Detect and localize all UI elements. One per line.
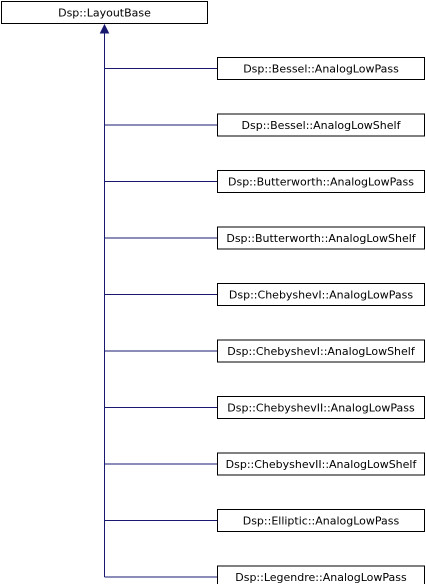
derived-class-nodes: Dsp::Bessel::AnalogLowPassDsp::Bessel::A… [217,57,425,584]
derived-class-node[interactable]: Dsp::Bessel::AnalogLowShelf [217,113,425,137]
derived-class-node[interactable]: Dsp::ChebyshevII::AnalogLowPass [217,396,425,419]
inheritance-edges [104,33,218,578]
derived-class-label: Dsp::Legendre::AnalogLowPass [235,571,407,584]
derived-class-label: Dsp::Bessel::AnalogLowShelf [242,119,402,132]
derived-class-label: Dsp::Bessel::AnalogLowPass [243,63,399,76]
derived-class-label: Dsp::Butterworth::AnalogLowShelf [226,232,416,245]
derived-class-node[interactable]: Dsp::Butterworth::AnalogLowShelf [217,226,425,250]
derived-class-node[interactable]: Dsp::Elliptic::AnalogLowPass [217,509,425,532]
derived-class-label: Dsp::Butterworth::AnalogLowPass [228,176,414,189]
derived-class-node[interactable]: Dsp::Butterworth::AnalogLowPass [217,170,425,193]
derived-class-label: Dsp::ChebyshevI::AnalogLowShelf [227,345,416,358]
derived-class-label: Dsp::Elliptic::AnalogLowPass [243,515,400,528]
derived-class-node[interactable]: Dsp::ChebyshevII::AnalogLowShelf [217,452,425,476]
base-class-node[interactable]: Dsp::LayoutBase [1,1,208,24]
inheritance-diagram: Dsp::LayoutBase Dsp::Bessel::AnalogLowPa… [1,1,425,584]
base-class-label: Dsp::LayoutBase [58,7,151,20]
derived-class-label: Dsp::ChebyshevII::AnalogLowShelf [226,458,418,471]
derived-class-node[interactable]: Dsp::ChebyshevI::AnalogLowShelf [217,339,425,363]
derived-class-node[interactable]: Dsp::Legendre::AnalogLowPass [217,565,425,584]
derived-class-label: Dsp::ChebyshevII::AnalogLowPass [227,402,415,415]
derived-class-label: Dsp::ChebyshevI::AnalogLowPass [229,289,413,302]
derived-class-node[interactable]: Dsp::ChebyshevI::AnalogLowPass [217,283,425,306]
inheritance-arrowhead [99,23,110,34]
derived-class-node[interactable]: Dsp::Bessel::AnalogLowPass [217,57,425,80]
